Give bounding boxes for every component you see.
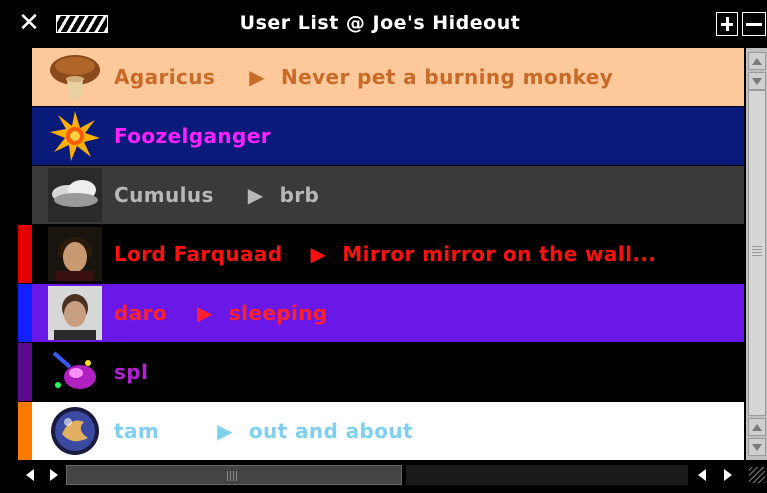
user-status: Mirror mirror on the wall... [342, 242, 657, 266]
vertical-scrollbar[interactable] [745, 48, 767, 460]
scroll-down-button[interactable] [748, 72, 766, 90]
list-item[interactable]: Agaricus ▶ Never pet a burning monkey [18, 48, 744, 106]
status-arrow-icon: ▶ [217, 419, 233, 443]
status-strip [18, 343, 32, 401]
user-status: sleeping [228, 301, 328, 325]
status-strip [18, 107, 32, 165]
chevron-left-icon [26, 469, 34, 481]
status-arrow-icon: ▶ [247, 183, 264, 207]
portrait-icon [48, 227, 102, 281]
chevron-up-icon [752, 424, 762, 431]
user-name: tam [114, 419, 160, 443]
scroll-left-button-end[interactable] [692, 464, 714, 486]
user-name: spl [114, 360, 149, 384]
list-item[interactable]: Lord Farquaad ▶ Mirror mirror on the wall.… [18, 225, 744, 283]
status-arrow-icon: ▶ [310, 242, 327, 266]
status-strip [18, 166, 32, 224]
user-list-window: ✕ User List @ Joe's Hideout Agaricus ▶ Nev… [0, 0, 767, 493]
title-bar[interactable]: ✕ User List @ Joe's Hideout [0, 0, 767, 47]
zoom-plus-button[interactable] [716, 12, 738, 36]
horizontal-scrollbar[interactable] [18, 461, 744, 489]
portrait-icon [48, 286, 102, 340]
minimize-button[interactable] [742, 12, 766, 36]
scroll-down-button-bottom[interactable] [748, 438, 766, 456]
chevron-up-icon [752, 58, 762, 65]
window-title: User List @ Joe's Hideout [239, 12, 521, 34]
list-item[interactable]: daro ▶ sleeping [18, 284, 744, 342]
vertical-scroll-thumb[interactable] [748, 90, 766, 416]
status-strip [18, 402, 32, 460]
list-item[interactable]: tam ▶ out and about [18, 402, 744, 460]
user-list: Agaricus ▶ Never pet a burning monkey Fooz… [18, 48, 744, 460]
list-item[interactable]: Cumulus ▶ brb [18, 166, 744, 224]
status-strip [18, 225, 32, 283]
scroll-up-button-bottom[interactable] [748, 418, 766, 436]
mushroom-icon [50, 55, 100, 100]
status-strip [18, 284, 32, 342]
horizontal-scroll-track[interactable] [406, 465, 688, 485]
grip-icon [752, 246, 762, 258]
user-name: Agaricus [114, 65, 216, 89]
scroll-left-button[interactable] [20, 464, 42, 486]
sunburst-icon [50, 111, 100, 161]
grip-icon [227, 471, 239, 481]
cloud-icon [48, 168, 102, 222]
close-icon[interactable]: ✕ [18, 10, 40, 36]
gem-icon [52, 351, 96, 389]
user-status: Never pet a burning monkey [281, 65, 614, 89]
user-name: Lord Farquaad [114, 242, 283, 266]
scroll-right-button[interactable] [42, 464, 64, 486]
chevron-down-icon [752, 78, 762, 85]
scroll-right-button-end[interactable] [716, 464, 738, 486]
chevron-right-icon [50, 469, 58, 481]
horizontal-scroll-thumb[interactable] [66, 465, 402, 485]
chevron-left-icon [698, 469, 706, 481]
status-arrow-icon: ▶ [249, 65, 265, 89]
user-name: daro [114, 301, 168, 325]
resize-grip-icon[interactable] [745, 461, 767, 489]
list-item[interactable]: Foozelganger [18, 107, 744, 165]
drag-handle[interactable] [56, 15, 108, 33]
user-status: brb [279, 183, 320, 207]
user-name: Foozelganger [114, 124, 271, 148]
status-strip [18, 48, 32, 106]
status-arrow-icon: ▶ [197, 301, 213, 325]
scroll-up-button[interactable] [748, 52, 766, 70]
chevron-down-icon [752, 444, 762, 451]
orb-icon [51, 407, 99, 455]
user-status: out and about [248, 419, 413, 443]
list-item[interactable]: spl [18, 343, 744, 401]
user-name: Cumulus [114, 183, 214, 207]
chevron-right-icon [724, 469, 732, 481]
